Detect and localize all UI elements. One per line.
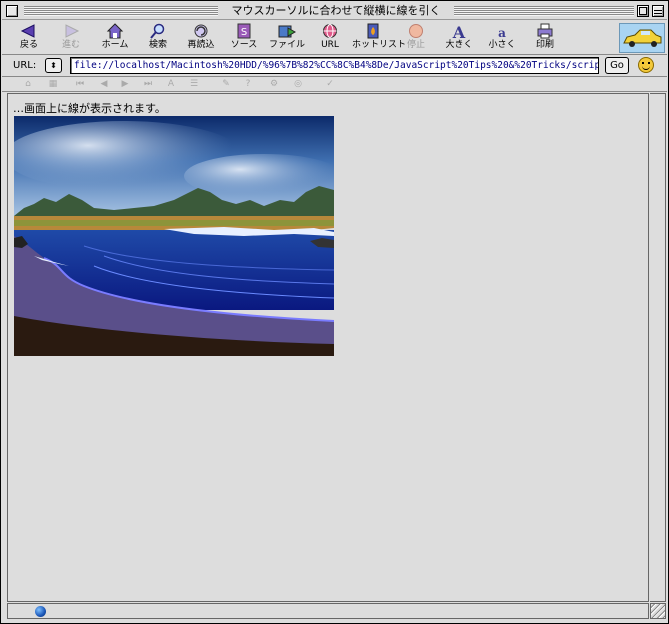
browser-logo-car[interactable]: [619, 23, 665, 53]
hotlist-button[interactable]: ホットリスト: [352, 23, 407, 53]
hotlist-label: ホットリスト: [352, 40, 407, 50]
next-small-icon[interactable]: ▶: [119, 78, 131, 90]
first-small-icon[interactable]: ⏮: [74, 78, 86, 90]
source-label: ソース: [230, 40, 258, 50]
url-button[interactable]: URL: [309, 23, 351, 53]
url-label: URL: [321, 40, 339, 50]
help-small-icon[interactable]: ?: [242, 78, 254, 90]
svg-text:a: a: [498, 26, 506, 39]
browser-window: マウスカーソルに合わせて縦横に線を引く 戻る 進む ホーム 検索 再読込 S ソ…: [0, 0, 669, 624]
print-icon: [537, 23, 553, 39]
forward-button[interactable]: 進む: [50, 23, 92, 53]
larger-text-icon: A: [452, 23, 466, 39]
page-text: …画面上に線が表示されます。: [13, 102, 166, 115]
gear-small-icon[interactable]: ⚙: [268, 78, 280, 90]
svg-text:S: S: [241, 27, 247, 38]
title-stripes-left: [24, 6, 218, 16]
print-button[interactable]: 印刷: [524, 23, 566, 53]
print-label: 印刷: [535, 40, 554, 50]
zoom-box[interactable]: [637, 5, 649, 17]
back-button[interactable]: 戻る: [8, 23, 50, 53]
file-button[interactable]: ファイル: [266, 23, 308, 53]
hotlist-icon: [367, 23, 379, 39]
source-icon: S: [237, 23, 251, 39]
file-icon: [278, 25, 296, 38]
smaller-text-icon: a: [498, 26, 506, 39]
home-icon: [106, 23, 124, 39]
back-label: 戻る: [19, 40, 38, 50]
location-bar: URL: ⬍ file://localhost/Macintosh%20HDD/…: [2, 55, 667, 77]
url-globe-icon: [323, 24, 337, 38]
title-bar[interactable]: マウスカーソルに合わせて縦横に線を引く: [2, 2, 667, 20]
search-magnifier-icon: [150, 23, 165, 39]
smaller-text-label: 小さく: [488, 40, 516, 50]
resize-handle[interactable]: [650, 603, 666, 619]
go-button[interactable]: Go: [605, 57, 629, 74]
pencil-small-icon[interactable]: ✎: [220, 78, 232, 90]
reload-label: 再読込: [187, 40, 215, 50]
stop-icon: [409, 24, 423, 38]
forward-arrow-icon: [65, 24, 80, 38]
grid-small-icon[interactable]: ▦: [47, 78, 59, 90]
window-title: マウスカーソルに合わせて縦横に線を引く: [218, 4, 454, 18]
forward-label: 進む: [61, 40, 80, 50]
home-label: ホーム: [101, 40, 129, 50]
title-stripes-right: [454, 6, 634, 16]
personal-toolbar: ⌂ ▦ ⏮ ◀ ▶ ⏭ A ☰ ✎ ? ⚙ ◎ ✓: [2, 77, 667, 92]
globe-icon: [35, 606, 46, 617]
url-input[interactable]: file://localhost/Macintosh%20HDD/%96%7B%…: [70, 57, 599, 74]
collapse-box[interactable]: [652, 5, 664, 17]
file-label: ファイル: [268, 40, 305, 50]
svg-text:A: A: [452, 23, 466, 39]
larger-text-button[interactable]: A 大きく: [438, 23, 480, 53]
landscape-image: [14, 116, 334, 356]
source-button[interactable]: S ソース: [223, 23, 265, 53]
url-history-popup[interactable]: ⬍: [45, 58, 62, 73]
search-label: 検索: [148, 40, 167, 50]
list-small-icon[interactable]: ☰: [188, 78, 200, 90]
close-box[interactable]: [6, 5, 18, 17]
search-button[interactable]: 検索: [137, 23, 179, 53]
reload-button[interactable]: 再読込: [180, 23, 222, 53]
navigation-toolbar: 戻る 進む ホーム 検索 再読込 S ソース ファイル URL ホットリスト 停…: [2, 21, 667, 55]
stop-button[interactable]: 停止: [395, 23, 437, 53]
status-bar: [7, 603, 649, 619]
target-small-icon[interactable]: ◎: [292, 78, 304, 90]
popup-arrows-icon: ⬍: [50, 61, 57, 70]
vertical-scrollbar[interactable]: [650, 93, 666, 602]
home-button[interactable]: ホーム: [94, 23, 136, 53]
font-small-icon[interactable]: A: [165, 78, 177, 90]
page-content: …画面上に線が表示されます。: [7, 93, 649, 602]
url-field-label: URL:: [13, 60, 37, 71]
back-arrow-icon: [20, 24, 35, 38]
stop-label: 停止: [406, 40, 425, 50]
check-small-icon[interactable]: ✓: [324, 78, 336, 90]
smiley-icon[interactable]: [638, 57, 654, 73]
reload-icon: [194, 24, 208, 38]
car-icon: [623, 29, 662, 47]
prev-small-icon[interactable]: ◀: [98, 78, 110, 90]
last-small-icon[interactable]: ⏭: [142, 78, 154, 90]
smaller-text-button[interactable]: a 小さく: [481, 23, 523, 53]
home-small-icon[interactable]: ⌂: [22, 78, 34, 90]
larger-text-label: 大きく: [445, 40, 473, 50]
